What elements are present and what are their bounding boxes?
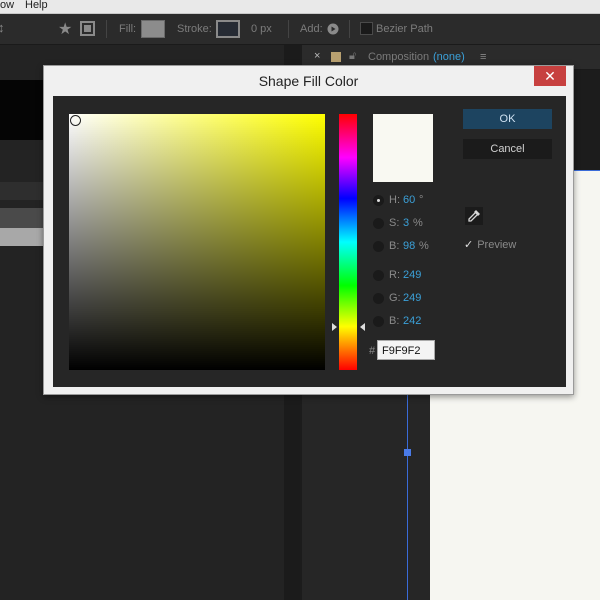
composition-label: Composition: [368, 51, 430, 63]
play-circle-icon[interactable]: [327, 23, 339, 35]
panel-bar: [0, 208, 44, 228]
brightness-value[interactable]: 98: [403, 240, 415, 252]
eyedropper-icon[interactable]: [465, 207, 483, 225]
add-label: Add:: [300, 23, 323, 35]
toolbar-divider: [349, 20, 350, 38]
toolbar: ↕ ★ Fill: Stroke: 0 px Add: Bezier Path: [0, 14, 600, 45]
hue-value[interactable]: 60: [403, 194, 415, 206]
shape-fill-color-dialog: Shape Fill Color ✕ H: 60 ° S: 3 % B: 98 …: [43, 65, 574, 395]
color-picker-cursor[interactable]: [70, 115, 81, 126]
blue-value[interactable]: 242: [403, 315, 421, 327]
red-value[interactable]: 249: [403, 269, 421, 281]
preview-label: Preview: [477, 239, 517, 251]
red-radio[interactable]: [373, 270, 384, 281]
menu-item-help[interactable]: Help: [25, 0, 48, 11]
lock-icon[interactable]: 🔓︎: [349, 50, 356, 63]
saturation-brightness-field[interactable]: [69, 114, 325, 370]
hue-radio[interactable]: [373, 195, 384, 206]
bezier-path-label: Bezier Path: [376, 23, 433, 35]
menu-icon[interactable]: ≡: [480, 51, 486, 63]
shape-tool-icon[interactable]: [80, 21, 95, 36]
dialog-title: Shape Fill Color: [258, 73, 359, 89]
hue-unit: °: [419, 194, 424, 206]
stroke-width-value[interactable]: 0 px: [251, 23, 272, 35]
saturation-unit: %: [413, 217, 423, 229]
ok-button[interactable]: OK: [463, 109, 552, 129]
dialog-body: H: 60 ° S: 3 % B: 98 % R: 249 G: 249 B: …: [53, 96, 566, 387]
green-radio[interactable]: [373, 293, 384, 304]
saturation-label: S:: [389, 217, 400, 229]
brightness-label: B:: [389, 240, 400, 252]
color-preview-swatch: [373, 114, 433, 182]
guide-handle[interactable]: [404, 449, 411, 456]
hue-slider-handle-right[interactable]: [360, 323, 365, 331]
label-color-swatch[interactable]: [331, 52, 341, 62]
stroke-swatch[interactable]: [216, 20, 240, 38]
arrow-icon[interactable]: ↕: [0, 20, 5, 35]
close-button[interactable]: ✕: [534, 66, 566, 86]
saturation-radio[interactable]: [373, 218, 384, 229]
guide-line: [407, 390, 408, 600]
bezier-path-checkbox[interactable]: [360, 22, 373, 35]
panel-preview: [0, 80, 44, 140]
blue-label: B:: [389, 315, 400, 327]
menu-bar: ow Help: [0, 0, 600, 14]
red-label: R:: [389, 269, 400, 281]
menu-item-window[interactable]: ow: [0, 0, 14, 11]
fill-label[interactable]: Fill:: [119, 23, 136, 35]
green-value[interactable]: 249: [403, 292, 421, 304]
hue-slider[interactable]: [339, 114, 357, 370]
blue-radio[interactable]: [373, 316, 384, 327]
checkmark-icon[interactable]: ✓: [464, 239, 473, 251]
preview-toggle[interactable]: ✓ Preview: [464, 238, 516, 251]
brightness-unit: %: [419, 240, 429, 252]
stroke-label[interactable]: Stroke:: [177, 23, 212, 35]
saturation-value[interactable]: 3: [403, 217, 409, 229]
star-icon[interactable]: ★: [58, 19, 72, 39]
green-label: G:: [389, 292, 401, 304]
close-icon: ✕: [544, 68, 556, 84]
panel-scroll-bar[interactable]: [0, 228, 44, 246]
hex-hash-label: #: [369, 345, 376, 357]
close-icon[interactable]: ×: [314, 50, 320, 62]
toolbar-divider: [106, 20, 107, 38]
guide-line: [572, 170, 600, 171]
hue-label: H:: [389, 194, 400, 206]
composition-dropdown[interactable]: (none): [433, 51, 465, 63]
fill-swatch[interactable]: [141, 20, 165, 38]
hue-slider-handle-left[interactable]: [332, 323, 337, 331]
toolbar-divider: [288, 20, 289, 38]
brightness-radio[interactable]: [373, 241, 384, 252]
hex-color-input[interactable]: F9F9F2: [377, 340, 435, 360]
cancel-button[interactable]: Cancel: [463, 139, 552, 159]
panel-strip: [0, 182, 44, 200]
